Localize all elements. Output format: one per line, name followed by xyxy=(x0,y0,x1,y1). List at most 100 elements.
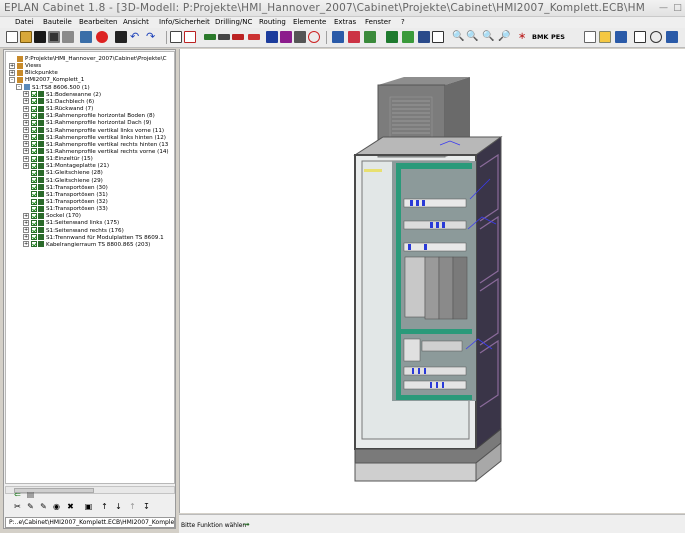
cut-icon[interactable]: ✂ xyxy=(13,502,22,511)
stop-icon[interactable] xyxy=(96,31,108,43)
visibility-checkbox[interactable] xyxy=(31,98,37,105)
zoom-window-icon[interactable]: 🔎 xyxy=(498,31,510,43)
visibility-checkbox[interactable] xyxy=(31,127,37,133)
new-file-icon[interactable] xyxy=(6,31,18,43)
duct-icon[interactable] xyxy=(218,34,230,40)
tree-back-icon[interactable]: ⇐ xyxy=(13,490,22,499)
page-view-icon[interactable] xyxy=(584,31,596,43)
move-up-icon[interactable]: ↑ xyxy=(100,502,109,511)
globe-icon[interactable] xyxy=(650,31,662,43)
visibility-checkbox[interactable] xyxy=(31,205,37,212)
import-icon[interactable] xyxy=(332,31,344,43)
visibility-checkbox[interactable] xyxy=(31,148,37,155)
tree-expander-icon[interactable]: + xyxy=(23,219,29,226)
visibility-checkbox[interactable] xyxy=(31,184,37,191)
move-bottom-icon[interactable]: ↧ xyxy=(142,502,151,511)
flag-icon[interactable] xyxy=(386,31,398,43)
tree-expander-icon[interactable]: + xyxy=(23,241,29,248)
menu-help[interactable]: ? xyxy=(401,18,405,26)
visibility-checkbox[interactable] xyxy=(31,191,37,198)
tree-expander-icon[interactable]: - xyxy=(9,76,15,83)
move-top-icon[interactable]: ↑ xyxy=(128,502,137,511)
tree-expander-icon[interactable]: + xyxy=(23,119,29,126)
visibility-checkbox[interactable] xyxy=(31,119,37,126)
tree-expander-icon[interactable]: + xyxy=(23,141,29,148)
tree-expander-icon[interactable]: + xyxy=(23,134,29,141)
print-icon[interactable] xyxy=(62,31,74,43)
collapse-icon[interactable] xyxy=(634,31,646,43)
visibility-checkbox[interactable] xyxy=(31,112,37,119)
tree-expander-icon[interactable]: - xyxy=(16,84,22,91)
route-icon[interactable] xyxy=(364,31,376,43)
project-tree[interactable]: P:Projekte\HMI_Hannover_2007\Cabinet\Pro… xyxy=(5,51,175,484)
visibility-checkbox[interactable] xyxy=(31,162,37,169)
move-down-icon[interactable]: ↓ xyxy=(114,502,123,511)
menu-extras[interactable]: Extras xyxy=(334,18,356,26)
visibility-checkbox[interactable] xyxy=(31,219,37,226)
visibility-checkbox[interactable] xyxy=(31,105,37,112)
window-icon[interactable] xyxy=(615,31,627,43)
tree-expander-icon[interactable]: + xyxy=(23,98,29,105)
delete-icon[interactable]: ✖ xyxy=(66,502,75,511)
tree-expander-icon[interactable]: + xyxy=(23,234,29,241)
tree-expander-icon[interactable]: + xyxy=(23,91,29,98)
redo-icon[interactable]: ↷ xyxy=(146,31,158,43)
visibility-checkbox[interactable] xyxy=(31,134,37,141)
menu-fenster[interactable]: Fenster xyxy=(365,18,391,26)
tree-expander-icon[interactable]: + xyxy=(23,105,29,112)
zoom-out-icon[interactable]: 🔍 xyxy=(482,31,494,43)
target-icon[interactable] xyxy=(308,31,320,43)
tree-expander-icon[interactable]: + xyxy=(9,69,15,76)
zoom-icon[interactable]: 🔍 xyxy=(452,31,464,43)
3d-viewport[interactable] xyxy=(179,49,685,513)
visibility-checkbox[interactable] xyxy=(31,169,37,176)
minimize-button[interactable]: — xyxy=(657,2,670,14)
copy-page-icon[interactable] xyxy=(418,31,430,43)
export-icon[interactable] xyxy=(348,31,360,43)
device-icon[interactable] xyxy=(280,31,292,43)
zoom-in-icon[interactable]: 🔍 xyxy=(466,31,478,43)
bmk-button[interactable]: BMK xyxy=(532,33,548,41)
menu-drilling-nc[interactable]: Drilling/NC xyxy=(215,18,252,26)
tree-expander-icon[interactable]: + xyxy=(9,62,15,69)
menu-ansicht[interactable]: Ansicht xyxy=(123,18,149,26)
copy-icon[interactable] xyxy=(115,31,127,43)
tree-expander-icon[interactable]: + xyxy=(23,127,29,133)
tree-item[interactable]: + Kabelrangierraum TS 8800.865 (203) xyxy=(23,241,150,249)
undo-icon[interactable]: ↶ xyxy=(130,31,142,43)
visibility-checkbox[interactable] xyxy=(31,155,37,162)
binoculars-icon[interactable]: ◉ xyxy=(52,502,61,511)
visibility-checkbox[interactable] xyxy=(31,91,37,98)
terminal-icon[interactable] xyxy=(232,34,244,40)
component-icon[interactable] xyxy=(266,31,278,43)
tree-expander-icon[interactable]: + xyxy=(23,162,29,169)
project-tab[interactable]: P:..e\Cabinet\HMI2007_Komplett.ECB\HMI20… xyxy=(5,517,175,528)
save-icon[interactable] xyxy=(34,31,46,43)
pen-icon[interactable]: ✎ xyxy=(26,502,35,511)
menu-bearbeiten[interactable]: Bearbeiten xyxy=(79,18,117,26)
menu-info-sicherheit[interactable]: Info/Sicherheit xyxy=(159,18,210,26)
visibility-checkbox[interactable] xyxy=(31,227,37,234)
flag-down-icon[interactable] xyxy=(402,31,414,43)
visibility-checkbox[interactable] xyxy=(31,241,37,248)
save-all-icon[interactable] xyxy=(48,31,60,43)
rail-icon[interactable] xyxy=(204,34,216,40)
tree-view-icon[interactable]: ▤ xyxy=(26,490,35,499)
pes-button[interactable]: PES xyxy=(551,33,565,41)
pdf-icon[interactable] xyxy=(184,31,196,43)
tree-expander-icon[interactable]: + xyxy=(23,212,29,219)
menu-bauteile[interactable]: Bauteile xyxy=(43,18,72,26)
tree-expander-icon[interactable]: + xyxy=(23,227,29,234)
visibility-checkbox[interactable] xyxy=(31,177,37,184)
maximize-button[interactable]: □ xyxy=(671,2,684,14)
help-icon[interactable] xyxy=(666,31,678,43)
grid-icon[interactable] xyxy=(432,31,444,43)
find-icon[interactable]: ▣ xyxy=(84,502,93,511)
mount-icon[interactable] xyxy=(294,31,306,43)
tree-expander-icon[interactable]: + xyxy=(23,148,29,155)
menu-routing[interactable]: Routing xyxy=(259,18,286,26)
cable-icon[interactable] xyxy=(248,34,260,40)
visibility-checkbox[interactable] xyxy=(31,141,37,148)
pen2-icon[interactable]: ✎ xyxy=(39,502,48,511)
open-folder-icon[interactable] xyxy=(20,31,32,43)
